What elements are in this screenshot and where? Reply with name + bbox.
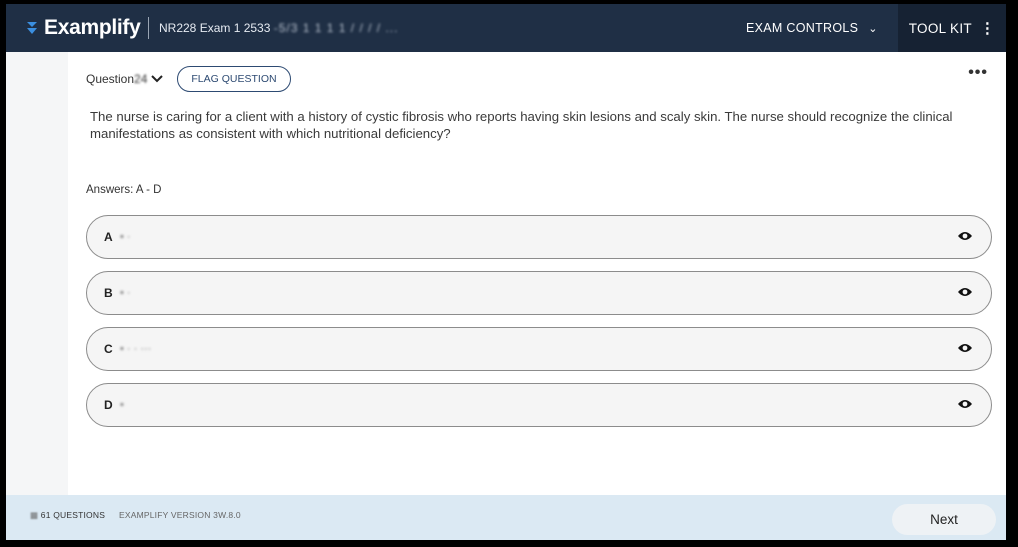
eye-icon[interactable] [957, 230, 973, 242]
answer-choice-d[interactable]: D • [86, 383, 992, 427]
more-horizontal-icon[interactable]: ••• [968, 64, 988, 82]
choice-letter: B [104, 286, 113, 300]
top-bar: Examplify NR228 Exam 1 2533 -5/3 1 1 1 1… [6, 4, 1006, 52]
left-gutter [6, 52, 68, 495]
question-count: ▦ 61 QUESTIONS [30, 510, 105, 521]
choice-letter: C [104, 342, 113, 356]
exam-controls-label: EXAM CONTROLS [746, 21, 859, 35]
choice-text: • · · ··· [120, 343, 152, 355]
choice-text: • · [120, 287, 131, 299]
brand: Examplify [6, 16, 146, 40]
header-divider [148, 17, 149, 39]
exam-title: NR228 Exam 1 2533 -5/3 1 1 1 1 / / / / .… [159, 21, 679, 35]
question-header: Question24 FLAG QUESTION [86, 66, 291, 92]
choice-text: • [120, 399, 124, 411]
question-count-icon: ▦ [30, 510, 39, 520]
eye-icon[interactable] [957, 398, 973, 410]
examplify-logo-icon [27, 22, 37, 34]
brand-name: Examplify [44, 16, 141, 39]
answer-choice-c[interactable]: C • · · ··· [86, 327, 992, 371]
exam-window: Examplify NR228 Exam 1 2533 -5/3 1 1 1 1… [6, 4, 1006, 540]
exam-controls-button[interactable]: EXAM CONTROLS ⌄ [746, 4, 878, 52]
question-stem: The nurse is caring for a client with a … [90, 109, 953, 141]
toolkit-button[interactable]: TOOL KIT ⋮ [898, 4, 1006, 52]
question-label-text: Question [86, 72, 135, 86]
eye-icon[interactable] [957, 286, 973, 298]
answer-choice-b[interactable]: B • · [86, 271, 992, 315]
exam-title-redacted: -5/3 1 1 1 1 / / / / ... [273, 21, 399, 35]
answers-label: Answers: A - D [86, 184, 162, 196]
exam-title-text: NR228 Exam 1 2533 [159, 21, 271, 35]
question-panel: Question24 FLAG QUESTION ••• The nurse i… [68, 52, 1006, 495]
question-number-redacted: 24 [134, 72, 148, 86]
kebab-vertical-icon: ⋮ [979, 19, 996, 37]
chevron-down-icon: ⌄ [868, 22, 878, 35]
choice-letter: D [104, 398, 113, 412]
choice-text: • · [120, 231, 131, 243]
toolkit-label: TOOL KIT [908, 20, 972, 36]
flag-question-button[interactable]: FLAG QUESTION [177, 66, 291, 92]
app-version: EXAMPLIFY VERSION 3W.8.0 [119, 510, 241, 520]
choice-letter: A [104, 230, 113, 244]
question-count-text: 61 QUESTIONS [40, 510, 106, 520]
eye-icon[interactable] [957, 342, 973, 354]
footer-bar: ▦ 61 QUESTIONS EXAMPLIFY VERSION 3W.8.0 … [6, 495, 1006, 540]
question-list-chevron-icon[interactable] [151, 72, 164, 86]
next-button[interactable]: Next [892, 504, 996, 535]
question-label: Question24 [86, 72, 147, 86]
answer-choice-a[interactable]: A • · [86, 215, 992, 259]
